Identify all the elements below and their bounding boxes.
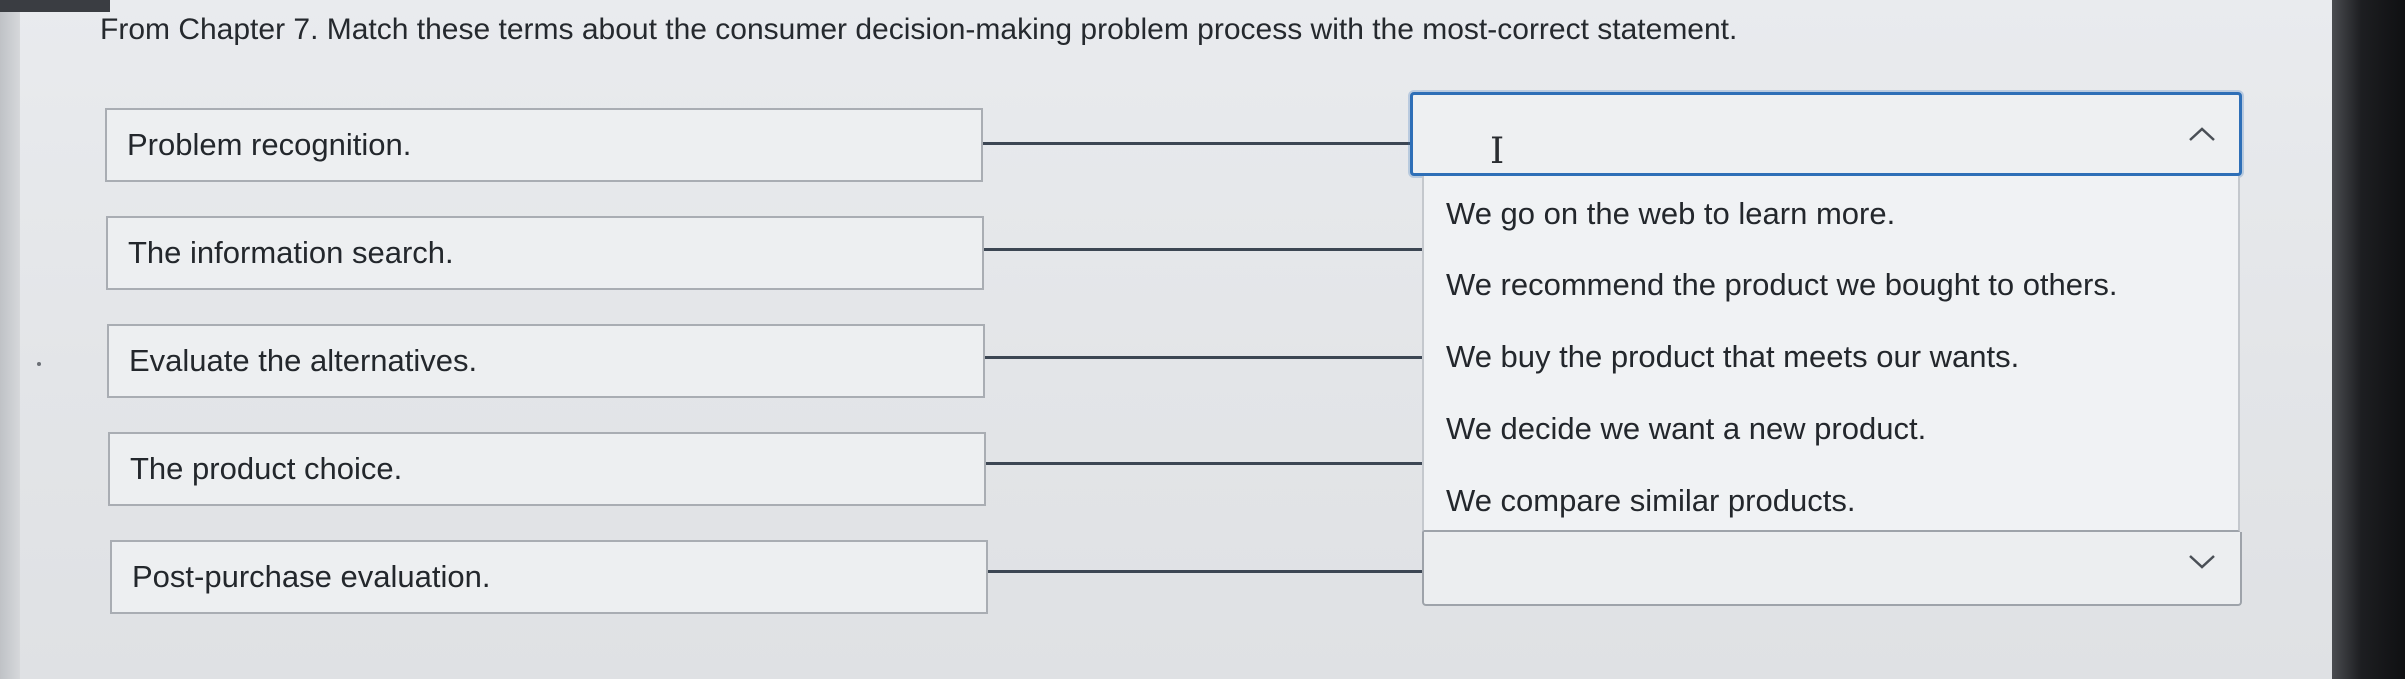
question-text: From Chapter 7. Match these terms about … xyxy=(100,13,1738,46)
dropdown-option[interactable]: We go on the web to learn more. xyxy=(1446,194,1895,234)
connector-line xyxy=(988,570,1422,573)
chevron-up-icon[interactable] xyxy=(2187,124,2217,144)
screen-left-edge xyxy=(0,0,20,679)
top-left-tab xyxy=(0,0,110,12)
term-evaluate-alternatives: Evaluate the alternatives. xyxy=(107,324,985,398)
connector-line xyxy=(986,462,1422,465)
dropdown-option[interactable]: We decide we want a new product. xyxy=(1446,409,1926,449)
term-product-choice: The product choice. xyxy=(108,432,986,506)
connector-line xyxy=(984,248,1424,251)
screen-right-bezel xyxy=(2332,0,2405,679)
term-label: The information search. xyxy=(128,235,454,270)
term-post-purchase-evaluation: Post-purchase evaluation. xyxy=(110,540,988,614)
dropdown-option[interactable]: We compare similar products. xyxy=(1446,481,1855,521)
answer-select[interactable] xyxy=(1422,532,2242,606)
connector-line xyxy=(983,142,1413,145)
term-problem-recognition: Problem recognition. xyxy=(105,108,983,182)
text-cursor-icon: I xyxy=(1490,131,1505,172)
term-label: Evaluate the alternatives. xyxy=(129,343,478,378)
dropdown-option[interactable]: We buy the product that meets our wants. xyxy=(1446,337,2019,377)
chevron-down-icon[interactable] xyxy=(2187,552,2217,572)
answer-select-open[interactable] xyxy=(1410,92,2242,176)
bullet-dot xyxy=(37,362,41,366)
term-label: Problem recognition. xyxy=(127,127,412,162)
dropdown-option[interactable]: We recommend the product we bought to ot… xyxy=(1446,265,2117,305)
term-label: Post-purchase evaluation. xyxy=(132,559,491,594)
term-label: The product choice. xyxy=(130,451,403,486)
term-information-search: The information search. xyxy=(106,216,984,290)
connector-line xyxy=(985,356,1423,359)
